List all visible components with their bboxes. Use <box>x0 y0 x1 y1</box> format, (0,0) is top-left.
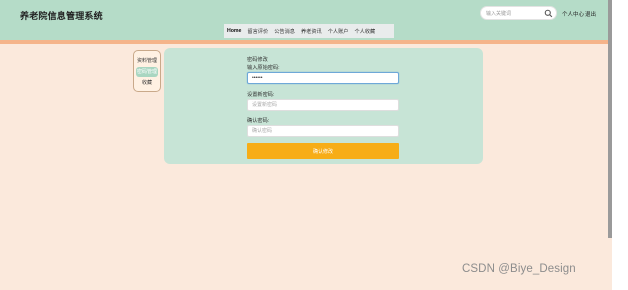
sidebar-menu: 资料管理 密码管理 收藏 <box>133 50 161 92</box>
form-title: 密码修改 <box>247 57 268 63</box>
header-accent-strip <box>0 40 612 44</box>
top-header: 养老院信息管理系统 个人中心 退出 Home 留言评价 公告消息 养老资讯 个人… <box>0 0 612 40</box>
sidebar-item-profile[interactable]: 资料管理 <box>136 56 158 66</box>
old-password-label: 输入原始密码: <box>247 65 280 71</box>
sidebar-item-favorites[interactable]: 收藏 <box>136 78 158 88</box>
confirm-password-label: 确认密码: <box>247 118 270 124</box>
confirm-change-button[interactable]: 确认修改 <box>247 143 399 159</box>
nav-item-favorites[interactable]: 个人收藏 <box>354 28 375 35</box>
sidebar-item-password[interactable]: 密码管理 <box>136 67 158 77</box>
new-password-field[interactable] <box>247 99 399 111</box>
nav-item-news[interactable]: 养老资讯 <box>301 28 322 35</box>
search-icon[interactable] <box>544 9 553 18</box>
scrollbar-track[interactable] <box>612 0 628 290</box>
nav-item-announcements[interactable]: 公告消息 <box>274 28 295 35</box>
search-box[interactable] <box>480 6 557 20</box>
nav-item-home[interactable]: Home <box>227 28 241 34</box>
watermark-text: CSDN @Biye_Design <box>462 263 576 275</box>
scrollbar-thumb[interactable] <box>608 0 612 238</box>
new-password-label: 设置新密码: <box>247 92 275 98</box>
personal-center-link[interactable]: 个人中心 <box>562 10 584 18</box>
confirm-password-field[interactable] <box>247 125 399 137</box>
old-password-field[interactable] <box>247 72 399 84</box>
search-input[interactable] <box>486 8 544 19</box>
nav-item-account[interactable]: 个人账户 <box>328 28 349 35</box>
nav-item-feedback[interactable]: 留言评价 <box>247 28 268 35</box>
app-title: 养老院信息管理系统 <box>20 11 103 21</box>
logout-link[interactable]: 退出 <box>585 10 596 18</box>
main-nav: Home 留言评价 公告消息 养老资讯 个人账户 个人收藏 <box>224 24 394 38</box>
